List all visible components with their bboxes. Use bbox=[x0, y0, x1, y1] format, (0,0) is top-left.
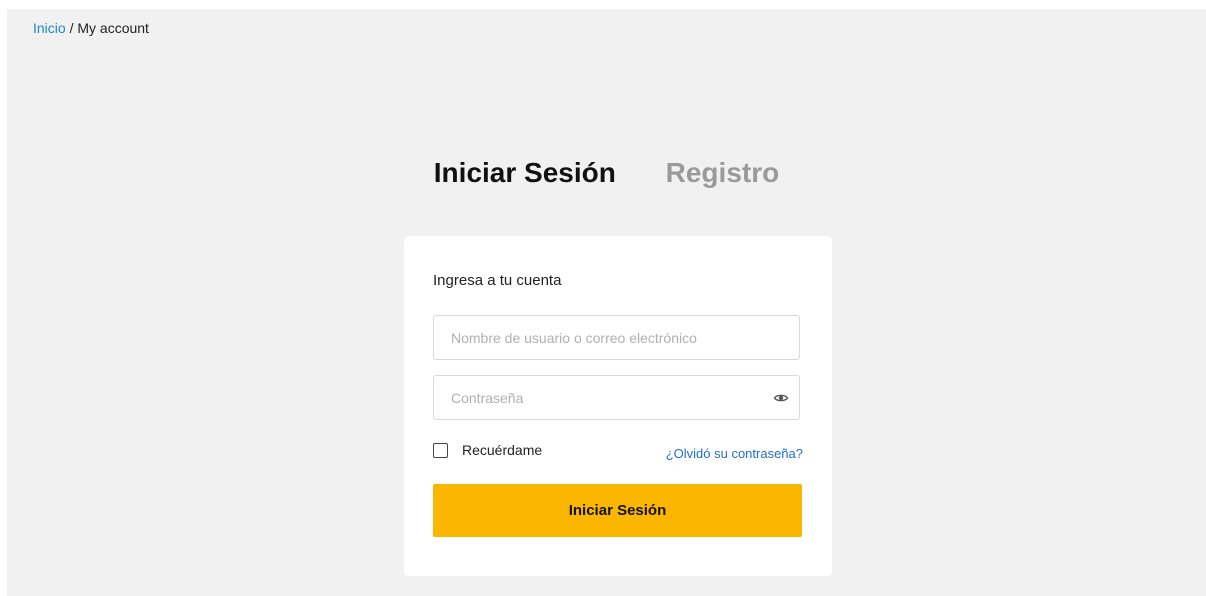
login-card-title: Ingresa a tu cuenta bbox=[433, 272, 562, 289]
page-background: Inicio / My account Iniciar Sesión Regis… bbox=[7, 9, 1206, 596]
password-input[interactable] bbox=[434, 376, 799, 419]
login-submit-button[interactable]: Iniciar Sesión bbox=[433, 484, 802, 537]
username-input[interactable] bbox=[434, 316, 799, 359]
password-field bbox=[433, 375, 800, 420]
tab-login[interactable]: Iniciar Sesión bbox=[434, 157, 616, 189]
remember-checkbox[interactable] bbox=[433, 442, 448, 458]
breadcrumb: Inicio / My account bbox=[33, 20, 149, 36]
username-field bbox=[433, 315, 800, 360]
remember-label: Recuérdame bbox=[462, 442, 543, 458]
forgot-password-link[interactable]: ¿Olvidó su contraseña? bbox=[666, 446, 803, 461]
breadcrumb-current: My account bbox=[77, 20, 149, 36]
remember-me[interactable]: Recuérdame bbox=[433, 442, 542, 458]
login-card: Ingresa a tu cuenta Recuérdame ¿Olvidó s… bbox=[404, 236, 832, 576]
account-tabs: Iniciar Sesión Registro bbox=[7, 157, 1206, 189]
breadcrumb-separator: / bbox=[65, 20, 78, 36]
tab-register[interactable]: Registro bbox=[666, 157, 780, 189]
breadcrumb-home-link[interactable]: Inicio bbox=[33, 20, 66, 36]
eye-icon[interactable] bbox=[773, 390, 789, 406]
